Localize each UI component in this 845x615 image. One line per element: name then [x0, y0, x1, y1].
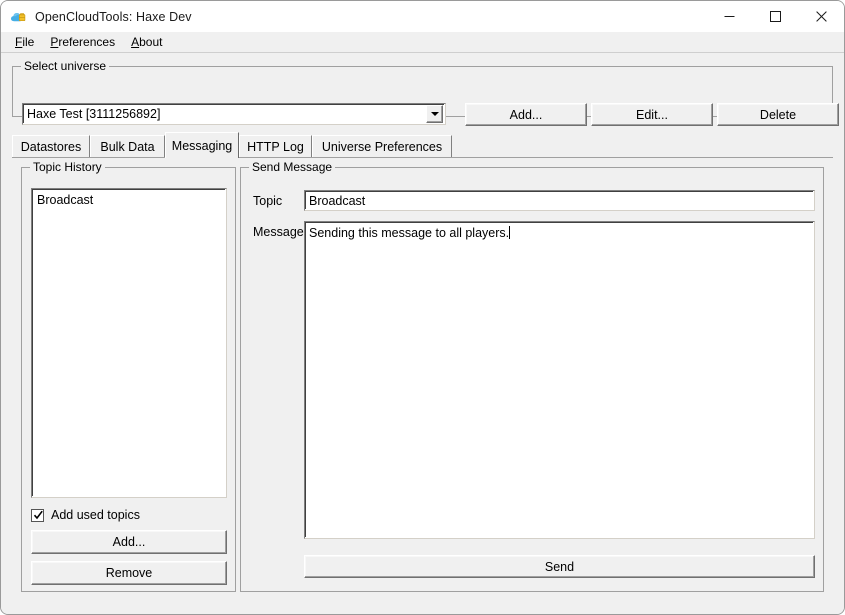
add-used-topics-label: Add used topics	[51, 508, 140, 522]
universe-combobox-value: Haxe Test [3111256892]	[27, 107, 161, 121]
add-used-topics-checkbox[interactable]	[31, 508, 44, 522]
select-universe-group: Select universe Haxe Test [3111256892] A…	[12, 59, 839, 126]
select-universe-legend: Select universe	[21, 59, 110, 73]
text-caret	[509, 226, 511, 239]
topic-history-legend: Topic History	[30, 160, 105, 174]
window-title: OpenCloudTools: Haxe Dev	[35, 9, 192, 24]
cloud-toolbox-icon	[10, 9, 26, 25]
tab-universe-preferences[interactable]: Universe Preferences	[312, 135, 452, 157]
menu-item-preferences[interactable]: Preferences	[43, 33, 124, 51]
send-message-group: Send Message Topic Broadcast Message Sen…	[240, 160, 824, 592]
maximize-button[interactable]	[752, 1, 798, 32]
message-textarea-line: Sending this message to all players.	[305, 224, 814, 242]
message-field-label: Message	[253, 225, 304, 239]
topic-history-group: Topic History Broadcast Add used topics …	[21, 160, 236, 592]
delete-universe-button[interactable]: Delete	[717, 103, 839, 126]
close-icon	[815, 11, 827, 22]
maximize-icon	[769, 11, 781, 22]
edit-universe-button[interactable]: Edit...	[591, 103, 713, 126]
minimize-icon	[724, 16, 734, 17]
send-message-legend: Send Message	[249, 160, 336, 174]
tab-bulk-data[interactable]: Bulk Data	[90, 135, 165, 157]
add-topic-button[interactable]: Add...	[31, 530, 227, 554]
send-button[interactable]: Send	[304, 555, 815, 578]
tab-messaging[interactable]: Messaging	[165, 132, 239, 158]
add-used-topics-row[interactable]: Add used topics	[31, 506, 140, 524]
client-area: Select universe Haxe Test [3111256892] A…	[1, 53, 844, 614]
topic-history-list[interactable]: Broadcast	[31, 188, 227, 498]
add-universe-button[interactable]: Add...	[465, 103, 587, 126]
topic-field-label: Topic	[253, 194, 283, 208]
menu-item-about[interactable]: About	[124, 33, 171, 51]
minimize-button[interactable]	[706, 1, 752, 32]
list-item[interactable]: Broadcast	[32, 192, 226, 208]
close-button[interactable]	[798, 1, 844, 32]
tab-datastores[interactable]: Datastores	[12, 135, 90, 157]
menu-bar: File Preferences About	[1, 32, 844, 53]
menu-item-preferences-label: references	[58, 35, 116, 49]
message-textarea[interactable]: Sending this message to all players.	[304, 221, 815, 539]
tab-bar: Datastores Bulk Data Messaging HTTP Log …	[12, 132, 833, 158]
application-window: OpenCloudTools: Haxe Dev File Preference…	[0, 0, 845, 615]
menu-item-file-label: ile	[22, 35, 35, 49]
menu-item-file[interactable]: File	[8, 33, 43, 51]
title-bar: OpenCloudTools: Haxe Dev	[1, 1, 844, 32]
topic-input[interactable]: Broadcast	[304, 190, 815, 211]
remove-topic-button[interactable]: Remove	[31, 561, 227, 585]
message-textarea-value: Sending this message to all players.	[309, 226, 510, 240]
menu-item-about-label: bout	[139, 35, 163, 49]
tab-http-log[interactable]: HTTP Log	[239, 135, 312, 157]
chevron-down-icon[interactable]	[426, 105, 443, 123]
checkmark-icon	[33, 510, 43, 519]
messaging-panel: Topic History Broadcast Add used topics …	[12, 157, 833, 601]
topic-input-value: Broadcast	[309, 193, 366, 208]
universe-combobox[interactable]: Haxe Test [3111256892]	[22, 103, 446, 125]
